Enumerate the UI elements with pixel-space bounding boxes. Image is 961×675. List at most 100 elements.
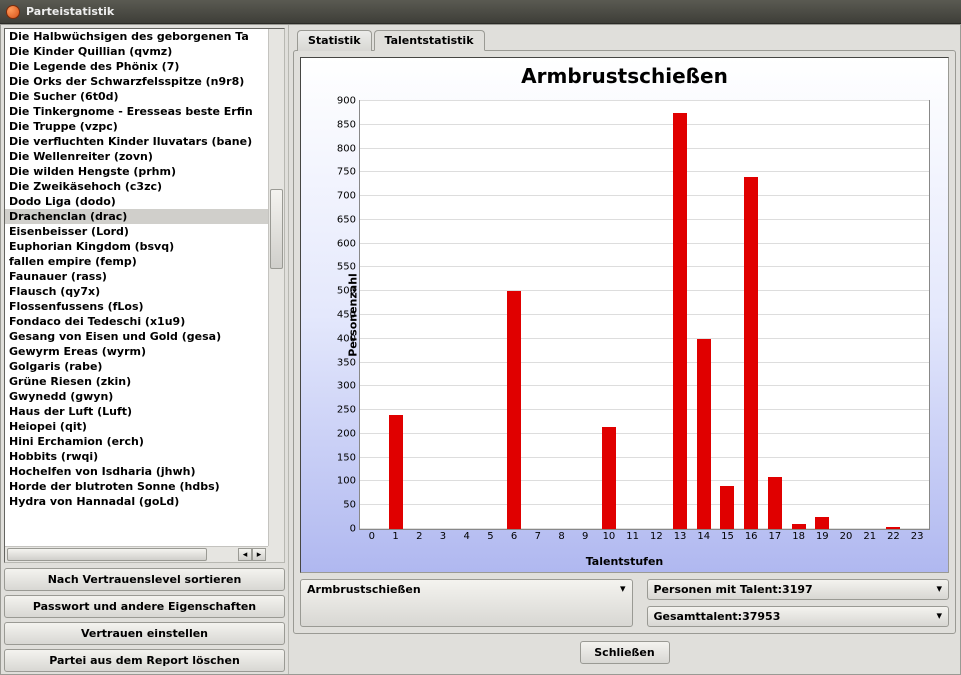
xtick: 13 <box>674 531 687 542</box>
list-item[interactable]: Die Tinkergnome - Eresseas beste Erfin <box>5 104 268 119</box>
bar <box>792 524 806 529</box>
list-item[interactable]: Hydra von Hannadal (goLd) <box>5 494 268 509</box>
list-item[interactable]: Gewyrm Ereas (wyrm) <box>5 344 268 359</box>
talent-select[interactable]: Armbrustschießen <box>300 579 633 627</box>
scrollbar-vertical[interactable] <box>268 29 284 546</box>
list-item[interactable]: Flossenfussens (fLos) <box>5 299 268 314</box>
list-item[interactable]: Euphorian Kingdom (bsvq) <box>5 239 268 254</box>
xtick: 22 <box>887 531 900 542</box>
list-item[interactable]: Golgaris (rabe) <box>5 359 268 374</box>
ytick: 450 <box>337 310 356 321</box>
tab-bar: Statistik Talentstatistik <box>297 29 956 50</box>
ytick: 0 <box>350 524 356 535</box>
bar <box>507 291 521 529</box>
list-item[interactable]: Grüne Riesen (zkin) <box>5 374 268 389</box>
list-item[interactable]: Die Kinder Quillian (qvmz) <box>5 44 268 59</box>
ytick: 150 <box>337 452 356 463</box>
scrollbar-horizontal[interactable]: ◂ ▸ <box>5 546 268 562</box>
list-item[interactable]: Hobbits (rwqi) <box>5 449 268 464</box>
list-item[interactable]: Haus der Luft (Luft) <box>5 404 268 419</box>
tab-panel: Armbrustschießen Personenzahl 0501001502… <box>293 50 956 634</box>
xtick: 7 <box>535 531 541 542</box>
xtick: 23 <box>911 531 924 542</box>
ytick: 750 <box>337 167 356 178</box>
list-item[interactable]: Drachenclan (drac) <box>5 209 268 224</box>
list-item[interactable]: Dodo Liga (dodo) <box>5 194 268 209</box>
list-item[interactable]: Die wilden Hengste (prhm) <box>5 164 268 179</box>
xtick: 4 <box>464 531 470 542</box>
ytick: 700 <box>337 191 356 202</box>
scroll-corner <box>268 546 284 562</box>
list-item[interactable]: Die Orks der Schwarzfelsspitze (n9r8) <box>5 74 268 89</box>
list-item[interactable]: Die Zweikäsehoch (c3zc) <box>5 179 268 194</box>
ytick: 50 <box>343 500 356 511</box>
sidebar: Die Halbwüchsigen des geborgenen TaDie K… <box>1 25 289 674</box>
xtick: 16 <box>745 531 758 542</box>
scroll-left-icon[interactable]: ◂ <box>238 548 252 561</box>
close-icon[interactable] <box>6 5 20 19</box>
xtick: 15 <box>721 531 734 542</box>
list-item[interactable]: Faunauer (rass) <box>5 269 268 284</box>
ytick: 350 <box>337 357 356 368</box>
list-item[interactable]: Die Truppe (vzpc) <box>5 119 268 134</box>
chart-xlabel: Talentstufen <box>301 555 948 568</box>
list-item[interactable]: Die Legende des Phönix (7) <box>5 59 268 74</box>
list-item[interactable]: Hini Erchamion (erch) <box>5 434 268 449</box>
bar <box>720 486 734 529</box>
list-item[interactable]: Horde der blutroten Sonne (hdbs) <box>5 479 268 494</box>
ytick: 500 <box>337 286 356 297</box>
plot-area: 0501001502002503003504004505005506006507… <box>359 100 930 530</box>
bar <box>389 415 403 529</box>
delete-from-report-button[interactable]: Partei aus dem Report löschen <box>4 649 285 672</box>
scrollbar-thumb[interactable] <box>270 189 283 269</box>
xtick: 3 <box>440 531 446 542</box>
window-title: Parteistatistik <box>26 5 114 18</box>
list-item[interactable]: Flausch (qy7x) <box>5 284 268 299</box>
xtick: 0 <box>369 531 375 542</box>
xtick: 19 <box>816 531 829 542</box>
list-item[interactable]: Gwynedd (gwyn) <box>5 389 268 404</box>
chart: Armbrustschießen Personenzahl 0501001502… <box>300 57 949 573</box>
ytick: 850 <box>337 119 356 130</box>
chart-title: Armbrustschießen <box>301 64 948 88</box>
persons-select[interactable]: Personen mit Talent:3197 <box>647 579 950 600</box>
sort-by-trust-button[interactable]: Nach Vertrauenslevel sortieren <box>4 568 285 591</box>
ytick: 650 <box>337 214 356 225</box>
close-button[interactable]: Schließen <box>580 641 670 664</box>
list-item[interactable]: Die Sucher (6t0d) <box>5 89 268 104</box>
xtick: 14 <box>697 531 710 542</box>
list-item[interactable]: fallen empire (femp) <box>5 254 268 269</box>
bar <box>602 427 616 529</box>
ytick: 900 <box>337 96 356 107</box>
ytick: 400 <box>337 333 356 344</box>
total-talent-select[interactable]: Gesamttalent:37953 <box>647 606 950 627</box>
set-trust-button[interactable]: Vertrauen einstellen <box>4 622 285 645</box>
bar <box>744 177 758 529</box>
list-item[interactable]: Die verfluchten Kinder Iluvatars (bane) <box>5 134 268 149</box>
list-item[interactable]: Die Wellenreiter (zovn) <box>5 149 268 164</box>
tab-statistik[interactable]: Statistik <box>297 30 372 51</box>
password-properties-button[interactable]: Passwort und andere Eigenschaften <box>4 595 285 618</box>
xtick: 10 <box>603 531 616 542</box>
window-titlebar: Parteistatistik <box>0 0 961 24</box>
list-item[interactable]: Die Halbwüchsigen des geborgenen Ta <box>5 29 268 44</box>
list-item[interactable]: Gesang von Eisen und Gold (gesa) <box>5 329 268 344</box>
scroll-right-icon[interactable]: ▸ <box>252 548 266 561</box>
ytick: 200 <box>337 428 356 439</box>
list-item[interactable]: Heiopei (qit) <box>5 419 268 434</box>
xtick: 21 <box>863 531 876 542</box>
list-item[interactable]: Eisenbeisser (Lord) <box>5 224 268 239</box>
xtick: 18 <box>792 531 805 542</box>
ytick: 550 <box>337 262 356 273</box>
bar <box>886 527 900 529</box>
list-item[interactable]: Fondaco dei Tedeschi (x1u9) <box>5 314 268 329</box>
xtick: 2 <box>416 531 422 542</box>
ytick: 600 <box>337 238 356 249</box>
bar <box>673 113 687 529</box>
scrollbar-thumb[interactable] <box>7 548 207 561</box>
xtick: 5 <box>487 531 493 542</box>
list-item[interactable]: Hochelfen von Isdharia (jhwh) <box>5 464 268 479</box>
bar <box>815 517 829 529</box>
xtick: 8 <box>558 531 564 542</box>
tab-talentstatistik[interactable]: Talentstatistik <box>374 30 485 51</box>
